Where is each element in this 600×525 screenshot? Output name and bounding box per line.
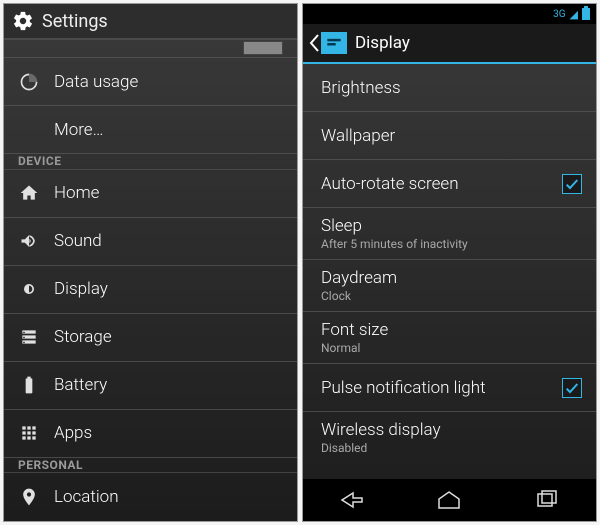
item-label: Display <box>54 279 108 299</box>
settings-item-storage[interactable]: Storage <box>4 314 297 362</box>
settings-item-display[interactable]: Display <box>4 266 297 314</box>
display-item-brightness[interactable]: Brightness <box>303 64 596 112</box>
item-sublabel: Clock <box>321 289 582 303</box>
bluetooth-toggle[interactable] <box>243 41 283 55</box>
settings-item-sound[interactable]: Sound <box>4 218 297 266</box>
item-sublabel: Disabled <box>321 441 582 455</box>
section-personal: PERSONAL <box>4 458 297 474</box>
signal-icon: ◢ <box>570 8 578 21</box>
settings-item-location[interactable]: Location <box>4 473 297 521</box>
item-label: Wallpaper <box>321 126 582 146</box>
auto-rotate-checkbox[interactable] <box>562 174 582 194</box>
item-label: Sleep <box>321 216 582 236</box>
item-label: Location <box>54 487 119 507</box>
nav-home-button[interactable] <box>414 485 484 515</box>
back-button[interactable] <box>309 32 347 54</box>
display-item-sleep[interactable]: Sleep After 5 minutes of inactivity <box>303 208 596 260</box>
battery-status-icon <box>582 6 590 23</box>
item-label: Battery <box>54 375 107 395</box>
item-label: Data usage <box>54 72 138 92</box>
battery-icon <box>18 374 40 396</box>
gear-icon <box>12 10 34 32</box>
item-label: Pulse notification light <box>321 378 548 398</box>
storage-icon <box>18 326 40 348</box>
item-label: Apps <box>54 423 92 443</box>
home-icon <box>18 182 40 204</box>
settings-header: Settings <box>4 4 297 40</box>
item-label: Daydream <box>321 268 582 288</box>
network-label: 3G <box>553 9 565 20</box>
item-sublabel: Normal <box>321 341 582 355</box>
item-label: Auto-rotate screen <box>321 174 548 194</box>
display-item-wallpaper[interactable]: Wallpaper <box>303 112 596 160</box>
item-label: Home <box>54 183 99 203</box>
display-item-auto-rotate[interactable]: Auto-rotate screen <box>303 160 596 208</box>
item-label: Font size <box>321 320 582 340</box>
item-sublabel: After 5 minutes of inactivity <box>321 237 582 251</box>
display-item-pulse-notification[interactable]: Pulse notification light <box>303 364 596 412</box>
settings-list: Data usage More… DEVICE Home Sound Displ… <box>4 40 297 521</box>
item-label: More… <box>54 120 104 140</box>
settings-screen: Settings Data usage More… DEVICE Home So… <box>3 3 298 522</box>
display-item-font-size[interactable]: Font size Normal <box>303 312 596 364</box>
location-icon <box>18 486 40 508</box>
display-item-daydream[interactable]: Daydream Clock <box>303 260 596 312</box>
settings-item-apps[interactable]: Apps <box>4 410 297 458</box>
settings-item-more[interactable]: More… <box>4 106 297 154</box>
status-bar: 3G ◢ <box>303 4 596 24</box>
item-label: Storage <box>54 327 112 347</box>
settings-item-home[interactable]: Home <box>4 170 297 218</box>
pulse-notification-checkbox[interactable] <box>562 378 582 398</box>
display-header: Display <box>303 24 596 64</box>
display-list: Brightness Wallpaper Auto-rotate screen … <box>303 64 596 479</box>
settings-title: Settings <box>42 11 108 32</box>
section-device: DEVICE <box>4 154 297 170</box>
display-title: Display <box>355 33 410 53</box>
sound-icon <box>18 230 40 252</box>
display-header-icon <box>321 32 347 54</box>
nav-back-button[interactable] <box>317 485 387 515</box>
display-icon <box>18 278 40 300</box>
nav-recent-button[interactable] <box>512 485 582 515</box>
item-label: Brightness <box>321 78 582 98</box>
navigation-bar <box>303 479 596 521</box>
display-screen: 3G ◢ Display Brightness Wallpaper Auto-r… <box>302 3 597 522</box>
settings-item-bluetooth[interactable] <box>4 40 297 58</box>
data-usage-icon <box>18 71 40 93</box>
apps-icon <box>18 422 40 444</box>
item-label: Sound <box>54 231 102 251</box>
settings-item-data-usage[interactable]: Data usage <box>4 58 297 106</box>
item-label: Wireless display <box>321 420 582 440</box>
display-item-wireless-display[interactable]: Wireless display Disabled <box>303 412 596 463</box>
settings-item-battery[interactable]: Battery <box>4 362 297 410</box>
